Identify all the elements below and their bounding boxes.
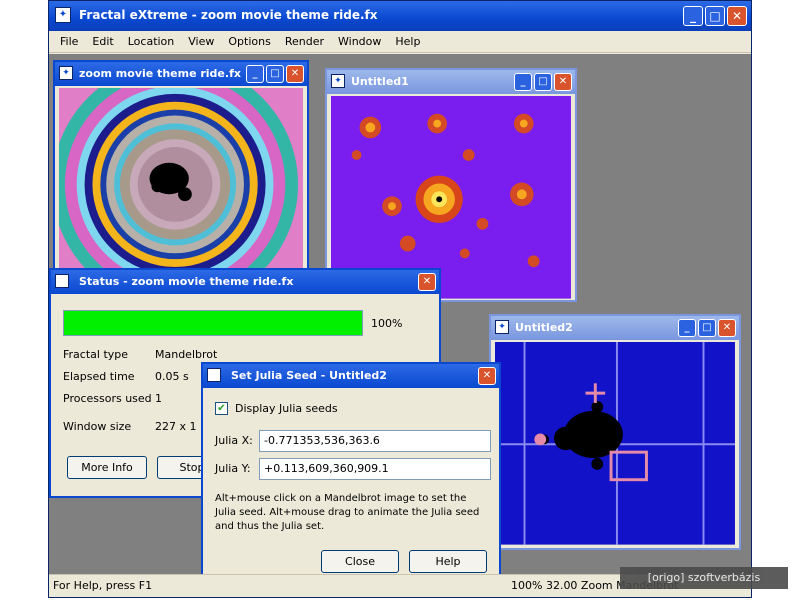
window-icon	[55, 274, 69, 288]
progress-fill	[64, 311, 362, 335]
document-icon: ✦	[59, 66, 73, 80]
mdi-workspace: ✦ zoom movie theme ride.fx _ □ ✕ ✦ Untit…	[49, 54, 751, 588]
julia-titlebar[interactable]: Set Julia Seed - Untitled2 ✕	[203, 364, 499, 388]
display-julia-label: Display Julia seeds	[235, 402, 338, 415]
window-icon	[207, 368, 221, 382]
menu-bar: File Edit Location View Options Render W…	[49, 31, 751, 53]
fractal-type-value: Mandelbrot	[155, 348, 218, 361]
zoom-maximize-button[interactable]: □	[266, 65, 284, 83]
untitled1-close-button[interactable]: ✕	[554, 73, 572, 91]
display-julia-checkbox[interactable]: ✔	[215, 402, 228, 415]
untitled1-window: ✦ Untitled1 _ □ ✕	[325, 68, 577, 302]
close-button[interactable]: ✕	[727, 6, 747, 26]
document-icon: ✦	[331, 74, 345, 88]
processors-value: 1	[155, 392, 162, 405]
processors-label: Processors used	[63, 392, 152, 405]
progress-bar	[63, 310, 363, 336]
app-icon: ✦	[55, 7, 71, 23]
zoom-movie-titlebar[interactable]: ✦ zoom movie theme ride.fx _ □ ✕	[55, 62, 307, 86]
menu-options[interactable]: Options	[221, 35, 277, 48]
julia-seed-dialog: Set Julia Seed - Untitled2 ✕ ✔ Display J…	[201, 362, 501, 588]
status-bar-help: For Help, press F1	[53, 579, 153, 592]
status-close-button[interactable]: ✕	[418, 273, 436, 291]
watermark: [origo] szoftverbázis	[620, 567, 788, 589]
untitled1-titlebar[interactable]: ✦ Untitled1 _ □ ✕	[327, 70, 575, 94]
untitled2-titlebar[interactable]: ✦ Untitled2 _ □ ✕	[491, 316, 739, 340]
untitled2-window: ✦ Untitled2 _ □ ✕	[489, 314, 741, 550]
untitled2-minimize-button[interactable]: _	[678, 319, 696, 337]
app-titlebar[interactable]: ✦ Fractal eXtreme - zoom movie theme rid…	[49, 1, 751, 31]
more-info-button[interactable]: More Info	[67, 456, 147, 479]
julia-help-button[interactable]: Help	[409, 550, 487, 573]
maximize-button[interactable]: □	[705, 6, 725, 26]
julia-x-label: Julia X:	[215, 434, 253, 447]
elapsed-time-value: 0.05 s	[155, 370, 189, 383]
julia-help-text: Alt+mouse click on a Mandelbrot image to…	[215, 493, 480, 532]
app-title: Fractal eXtreme - zoom movie theme ride.…	[79, 8, 378, 22]
window-size-label: Window size	[63, 420, 132, 433]
untitled2-maximize-button[interactable]: □	[698, 319, 716, 337]
zoom-movie-title: zoom movie theme ride.fx	[79, 67, 241, 80]
status-title: Status - zoom movie theme ride.fx	[79, 275, 294, 288]
menu-edit[interactable]: Edit	[85, 35, 120, 48]
zoom-close-button[interactable]: ✕	[286, 65, 304, 83]
untitled2-title: Untitled2	[515, 321, 573, 334]
julia-y-label: Julia Y:	[215, 462, 251, 475]
julia-x-input[interactable]: -0.771353,536,363.6	[259, 430, 491, 452]
progress-label: 100%	[371, 317, 403, 330]
menu-file[interactable]: File	[53, 35, 85, 48]
minimize-button[interactable]: _	[683, 6, 703, 26]
menu-view[interactable]: View	[181, 35, 221, 48]
julia-title: Set Julia Seed - Untitled2	[231, 369, 387, 382]
status-titlebar[interactable]: Status - zoom movie theme ride.fx ✕	[51, 270, 439, 294]
untitled1-minimize-button[interactable]: _	[514, 73, 532, 91]
document-icon: ✦	[495, 320, 509, 334]
zoom-movie-window: ✦ zoom movie theme ride.fx _ □ ✕	[53, 60, 309, 276]
zoom-minimize-button[interactable]: _	[246, 65, 264, 83]
julia-close-x-button[interactable]: ✕	[478, 367, 496, 385]
untitled1-maximize-button[interactable]: □	[534, 73, 552, 91]
fractal-type-label: Fractal type	[63, 348, 129, 361]
untitled2-close-button[interactable]: ✕	[718, 319, 736, 337]
menu-render[interactable]: Render	[278, 35, 331, 48]
menu-location[interactable]: Location	[121, 35, 182, 48]
window-size-value: 227 x 1	[155, 420, 197, 433]
menu-window[interactable]: Window	[331, 35, 388, 48]
julia-close-button[interactable]: Close	[321, 550, 399, 573]
fractal-canvas-zoom[interactable]	[59, 88, 303, 273]
elapsed-time-label: Elapsed time	[63, 370, 135, 383]
menu-help[interactable]: Help	[388, 35, 427, 48]
fractal-canvas-untitled2[interactable]	[495, 342, 735, 545]
main-window: ✦ Fractal eXtreme - zoom movie theme rid…	[48, 0, 752, 598]
julia-y-input[interactable]: +0.113,609,360,909.1	[259, 458, 491, 480]
untitled1-title: Untitled1	[351, 75, 409, 88]
